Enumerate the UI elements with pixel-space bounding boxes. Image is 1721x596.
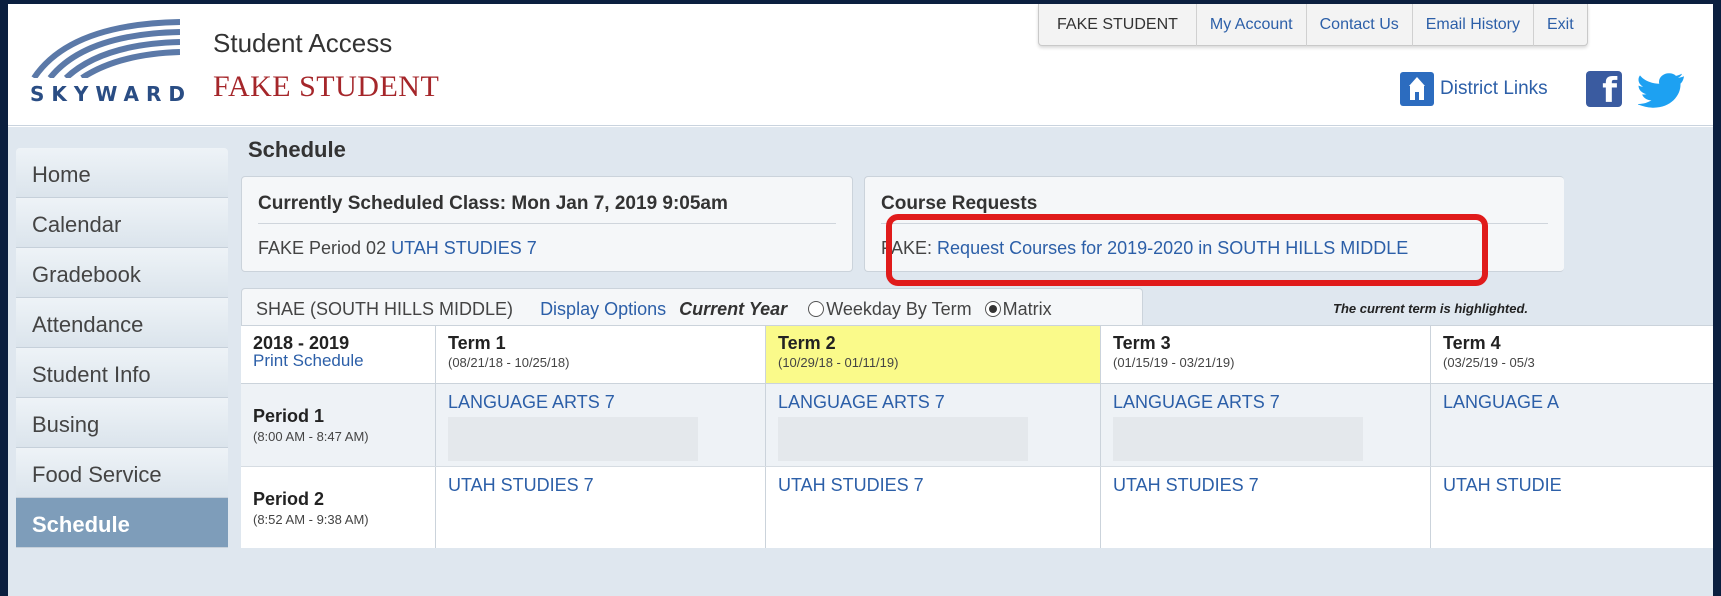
divider [258, 223, 836, 224]
annotation-highlight [886, 214, 1488, 286]
student-name: FAKE STUDENT [213, 70, 440, 103]
term-header: Term 1 (08/21/18 - 10/25/18) [436, 326, 766, 383]
term-name: Term 3 [1113, 333, 1171, 353]
course-link[interactable]: LANGUAGE ARTS 7 [448, 392, 755, 413]
schedule-toolbar: SHAE (SOUTH HILLS MIDDLE) Display Option… [241, 288, 1143, 326]
logo-wordmark: SKYWARD [30, 82, 193, 106]
contact-us-link[interactable]: Contact Us [1305, 4, 1412, 46]
term-dates: (08/21/18 - 10/25/18) [448, 355, 570, 370]
course-cell: UTAH STUDIES 7 [436, 467, 766, 548]
term-name: Term 4 [1443, 333, 1501, 353]
current-class-line: FAKE Period 02 UTAH STUDIES 7 [258, 238, 537, 259]
sidebar-item-home[interactable]: Home [16, 148, 228, 198]
table-header-row: 2018 - 2019 Print Schedule Term 1 (08/21… [241, 326, 1713, 384]
table-row: Period 2 (8:52 AM - 9:38 AM) UTAH STUDIE… [241, 466, 1713, 548]
course-link[interactable]: LANGUAGE A [1443, 392, 1711, 413]
school-label: SHAE (SOUTH HILLS MIDDLE) [256, 299, 514, 319]
course-link[interactable]: UTAH STUDIES 7 [448, 475, 755, 496]
course-link[interactable]: UTAH STUDIES 7 [1113, 475, 1420, 496]
user-name: FAKE STUDENT [1057, 16, 1178, 33]
course-cell: UTAH STUDIES 7 [1101, 467, 1431, 548]
matrix-label[interactable]: Matrix [1003, 299, 1052, 319]
facebook-icon[interactable]: f [1586, 71, 1622, 111]
course-cell: LANGUAGE ARTS 7 [1101, 384, 1431, 466]
sidebar-item-attendance[interactable]: Attendance [16, 298, 228, 348]
current-year-label: Current Year [679, 299, 788, 319]
term-dates: (01/15/19 - 03/21/19) [1113, 355, 1235, 370]
course-link[interactable]: LANGUAGE ARTS 7 [778, 392, 1090, 413]
matrix-radio[interactable] [984, 301, 1001, 317]
redacted-block [1113, 417, 1363, 461]
schedule-grid: 2018 - 2019 Print Schedule Term 1 (08/21… [241, 325, 1713, 548]
skyward-logo: SKYWARD [30, 18, 220, 114]
sidebar-item-calendar[interactable]: Calendar [16, 198, 228, 248]
my-account-link[interactable]: My Account [1195, 4, 1306, 46]
weekday-radio[interactable] [808, 301, 825, 317]
display-options-link[interactable]: Display Options [540, 299, 666, 319]
app-window: SKYWARD Student Access FAKE STUDENT FAKE… [8, 4, 1713, 596]
course-cell: LANGUAGE ARTS 7 [766, 384, 1101, 466]
current-class-panel: Currently Scheduled Class: Mon Jan 7, 20… [241, 176, 853, 272]
current-class-period: FAKE Period 02 [258, 238, 387, 258]
district-links[interactable]: District Links [1400, 72, 1548, 106]
weekday-label[interactable]: Weekday By Term [826, 299, 971, 319]
district-links-label: District Links [1440, 78, 1548, 99]
sidebar-item-schedule[interactable]: Schedule [16, 498, 228, 548]
print-schedule-link[interactable]: Print Schedule [253, 352, 425, 370]
period-name: Period 2 [253, 489, 325, 509]
sidebar-item-food-service[interactable]: Food Service [16, 448, 228, 498]
period-cell: Period 2 (8:52 AM - 9:38 AM) [241, 467, 436, 548]
term-header: Term 3 (01/15/19 - 03/21/19) [1101, 326, 1431, 383]
term-header-current: Term 2 (10/29/18 - 01/11/19) [766, 326, 1101, 383]
term-name: Term 1 [448, 333, 506, 353]
period-time: (8:52 AM - 9:38 AM) [253, 512, 369, 527]
term-dates: (10/29/18 - 01/11/19) [778, 355, 899, 370]
course-link[interactable]: UTAH STUDIES 7 [778, 475, 1090, 496]
term-header: Term 4 (03/25/19 - 05/3 [1431, 326, 1713, 383]
course-cell: UTAH STUDIES 7 [766, 467, 1101, 548]
redacted-block [778, 417, 1028, 461]
redacted-block [448, 417, 698, 461]
header: SKYWARD Student Access FAKE STUDENT FAKE… [8, 4, 1713, 126]
swoosh-icon [31, 19, 181, 81]
twitter-icon[interactable] [1638, 72, 1686, 108]
page-title: Schedule [248, 137, 346, 162]
app-title: Student Access [213, 28, 393, 58]
period-time: (8:00 AM - 8:47 AM) [253, 429, 369, 444]
course-link[interactable]: LANGUAGE ARTS 7 [1113, 392, 1420, 413]
current-class-heading: Currently Scheduled Class: Mon Jan 7, 20… [258, 193, 728, 214]
sidebar-item-student-info[interactable]: Student Info [16, 348, 228, 398]
course-requests-heading: Course Requests [881, 193, 1038, 214]
building-icon [1400, 72, 1434, 106]
course-cell: LANGUAGE A [1431, 384, 1713, 466]
sidebar: Home Calendar Gradebook Attendance Stude… [16, 148, 228, 548]
term-note: The current term is highlighted. [1333, 301, 1529, 316]
period-cell: Period 1 (8:00 AM - 8:47 AM) [241, 384, 436, 466]
course-link[interactable]: UTAH STUDIE [1443, 475, 1711, 496]
term-name: Term 2 [778, 333, 836, 353]
year-header: 2018 - 2019 Print Schedule [241, 326, 436, 383]
course-cell: UTAH STUDIE [1431, 467, 1713, 548]
sidebar-item-busing[interactable]: Busing [16, 398, 228, 448]
current-class-course-link[interactable]: UTAH STUDIES 7 [391, 238, 537, 258]
sidebar-item-gradebook[interactable]: Gradebook [16, 248, 228, 298]
email-history-link[interactable]: Email History [1411, 4, 1533, 46]
period-name: Period 1 [253, 406, 325, 426]
year-label: 2018 - 2019 [253, 333, 350, 353]
top-nav: FAKE STUDENT My Account Contact Us Email… [1038, 4, 1588, 46]
term-dates: (03/25/19 - 05/3 [1443, 355, 1535, 370]
exit-link[interactable]: Exit [1532, 4, 1587, 46]
course-cell: LANGUAGE ARTS 7 [436, 384, 766, 466]
table-row: Period 1 (8:00 AM - 8:47 AM) LANGUAGE AR… [241, 384, 1713, 466]
